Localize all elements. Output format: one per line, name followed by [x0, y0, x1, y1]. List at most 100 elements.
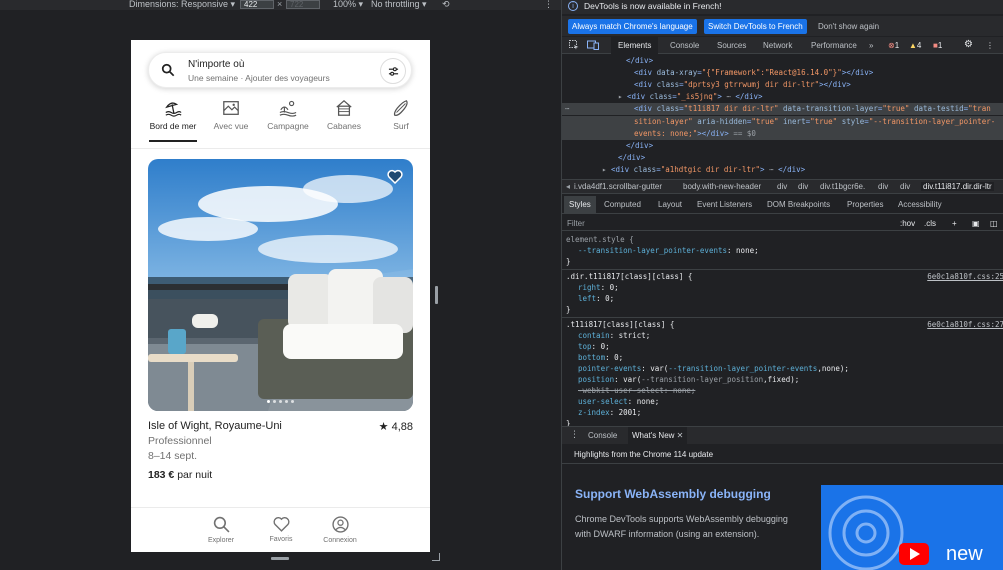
dom-tree[interactable]: </div> <div data-xray="{"Framework":"Reac… — [562, 55, 1003, 178]
tab-more[interactable]: » — [869, 37, 873, 54]
screen: Dimensions: Responsive ▾ 422 × 722 100% … — [0, 0, 1003, 570]
tab-performance[interactable]: Performance — [811, 37, 857, 54]
style-line: user-select: none; — [578, 397, 660, 406]
styles-pane[interactable]: element.style { --transition-layer_point… — [562, 233, 1003, 426]
inspect-element-icon[interactable] — [569, 40, 579, 50]
breadcrumb-item[interactable]: i.vda4df1.scrollbar-gutter — [574, 182, 662, 191]
match-language-button[interactable]: Always match Chrome's language — [568, 19, 697, 34]
tab-login[interactable]: Connexion — [310, 516, 370, 544]
tab-elements[interactable]: Elements — [611, 37, 659, 54]
dom-token: "t11i817 dir dir-ltr" — [683, 104, 784, 114]
dom-node-line[interactable]: </div> — [562, 140, 1003, 152]
listing-photo[interactable] — [148, 159, 413, 411]
rotate-icon[interactable]: ⟲ — [442, 0, 450, 10]
drawer-menu-icon[interactable]: ⋮ — [570, 429, 579, 440]
resize-handle-right[interactable] — [435, 286, 438, 304]
breadcrumb-scroll-left-icon[interactable]: ◂ — [566, 182, 570, 191]
style-line: } — [566, 257, 571, 266]
style-line: } — [566, 419, 571, 426]
dom-token: "a1hdtgic dir dir-ltr" — [660, 164, 761, 174]
subtab-styles[interactable]: Styles — [564, 196, 596, 214]
resize-handle-bottom[interactable] — [271, 557, 289, 560]
height-input[interactable]: 722 — [286, 0, 320, 9]
subtab-properties[interactable]: Properties — [847, 200, 883, 209]
node-actions-icon[interactable]: ⋯ — [565, 103, 570, 115]
search-bar[interactable]: N'importe où Une semaine · Ajouter des v… — [148, 52, 412, 88]
listing-dates: 8–14 sept. — [148, 450, 198, 462]
close-icon[interactable]: ✕ — [677, 431, 684, 440]
category-cabins[interactable]: Cabanes — [314, 98, 374, 131]
whats-new-video-thumbnail[interactable]: new — [821, 485, 1003, 570]
tab-label: Favoris — [269, 536, 293, 543]
dom-token: style — [841, 116, 865, 126]
more-menu-icon[interactable]: ⋮ — [986, 40, 994, 51]
subtab-layout[interactable]: Layout — [658, 200, 682, 209]
new-rule-icon[interactable]: + — [952, 219, 957, 228]
devtools-panel: i DevTools is now available in French! A… — [561, 0, 1003, 570]
drawer-tab-console[interactable]: Console — [588, 431, 617, 440]
dom-node-line[interactable]: ▸ <div class="_is5jnq"> ⋯ </div> — [562, 91, 1003, 103]
throttling-select[interactable]: No throttling ▾ — [371, 0, 427, 10]
resize-handle-corner[interactable] — [432, 553, 440, 561]
dom-node-line[interactable]: </div> — [562, 176, 1003, 178]
switch-french-button[interactable]: Switch DevTools to French — [704, 19, 807, 34]
tab-favorites[interactable]: Favoris — [251, 516, 311, 543]
dom-node-line[interactable]: events: none;"></div> == $0 — [562, 127, 1003, 140]
tab-sources[interactable]: Sources — [717, 37, 746, 54]
dom-node-line[interactable]: <div class="dprtsy3 gtrrwumj dir dir-ltr… — [562, 79, 1003, 91]
error-count-badge[interactable]: ⊗1 — [888, 40, 899, 51]
paint-icon[interactable]: ▣ — [972, 219, 980, 228]
source-link[interactable]: 6e0c1a810f.css:25 — [927, 272, 1003, 283]
dont-show-again-button[interactable]: Don't show again — [818, 19, 879, 34]
drawer-tab-whats-new[interactable]: What's New ✕ — [628, 427, 688, 445]
settings-gear-icon[interactable]: ⚙ — [964, 40, 973, 50]
price-value: 183 € — [148, 469, 175, 481]
class-toggle[interactable]: .cls — [924, 219, 936, 228]
category-beach[interactable]: Bord de mer — [143, 98, 203, 142]
zoom-select[interactable]: 100% ▾ — [333, 0, 363, 10]
filters-button[interactable] — [380, 58, 406, 84]
favorite-heart-icon[interactable] — [387, 169, 403, 184]
hover-state-toggle[interactable]: :hov — [900, 219, 915, 228]
tab-console[interactable]: Console — [670, 37, 699, 54]
source-link[interactable]: 6e0c1a810f.css:27 — [927, 320, 1003, 331]
breadcrumb-item[interactable]: div.t11i817.dir.dir-ltr — [921, 182, 994, 191]
subtab-computed[interactable]: Computed — [604, 200, 641, 209]
expand-arrow-icon[interactable]: ▸ — [618, 92, 627, 101]
dom-node-line[interactable]: <div data-xray="{"Framework":"React@16.1… — [562, 67, 1003, 79]
subtab-accessibility[interactable]: Accessibility — [898, 200, 942, 209]
listing-title[interactable]: Isle of Wight, Royaume-Uni — [148, 420, 282, 432]
tab-network[interactable]: Network — [763, 37, 792, 54]
dimensions-select[interactable]: Dimensions: Responsive ▾ — [129, 0, 235, 10]
sidebar-toggle-icon[interactable]: ◫ — [990, 219, 998, 228]
subtab-event-listeners[interactable]: Event Listeners — [697, 200, 752, 209]
device-toggle-icon[interactable] — [587, 40, 599, 50]
subtab-dom-breakpoints[interactable]: DOM Breakpoints — [767, 200, 830, 209]
more-options-icon[interactable]: ⋮ — [544, 0, 553, 10]
issues-count-badge[interactable]: ■1 — [933, 40, 942, 51]
drawer-tabs: ⋮ Console What's New ✕ — [562, 426, 1003, 445]
dom-node-line[interactable]: </div> — [562, 55, 1003, 67]
tab-explore[interactable]: Explorer — [191, 516, 251, 544]
warning-count-badge[interactable]: ▲4 — [909, 40, 921, 51]
category-countryside[interactable]: Campagne — [258, 98, 318, 131]
filter-input[interactable]: Filter — [567, 219, 585, 228]
breadcrumb-item[interactable]: div.t1bgcr6e. — [820, 182, 865, 191]
category-view[interactable]: Avec vue — [201, 98, 261, 131]
width-input[interactable]: 422 — [240, 0, 274, 9]
dom-node-line[interactable]: </div> — [562, 152, 1003, 164]
breadcrumb-item[interactable]: div — [878, 182, 888, 191]
breadcrumb-item[interactable]: div — [798, 182, 808, 191]
whats-new-highlights: Highlights from the Chrome 114 update — [574, 450, 714, 459]
dom-node-line[interactable]: <div class="t11i817 dir dir-ltr" data-tr… — [562, 103, 1003, 116]
dom-token: data-testid — [913, 104, 964, 114]
dom-token: == $0 — [728, 128, 756, 138]
breadcrumb-item[interactable]: div — [777, 182, 787, 191]
category-surf[interactable]: Surf — [371, 98, 430, 131]
dom-node-line[interactable]: ▸ <div class="a1hdtgic dir dir-ltr"> ⋯ <… — [562, 164, 1003, 176]
breadcrumb-item[interactable]: body.with-new-header — [683, 182, 761, 191]
expand-arrow-icon[interactable]: ▸ — [602, 165, 611, 174]
whats-new-heading[interactable]: Support WebAssembly debugging — [575, 487, 771, 501]
dom-node-line[interactable]: sition-layer" aria-hidden="true" inert="… — [562, 115, 1003, 128]
breadcrumb-item[interactable]: div — [900, 182, 910, 191]
